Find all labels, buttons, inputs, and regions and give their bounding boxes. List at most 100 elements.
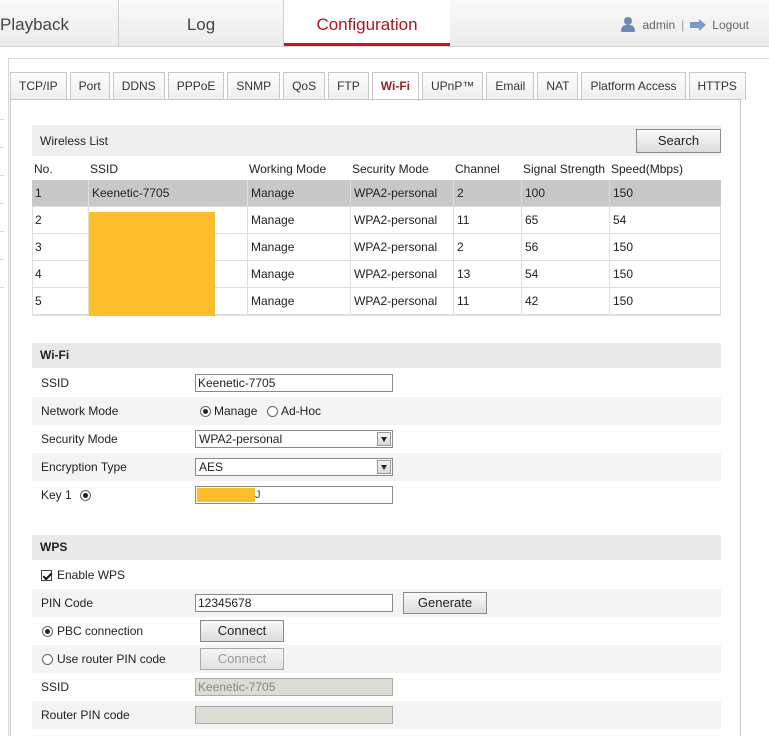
search-button[interactable]: Search <box>636 129 721 153</box>
security-mode-row: Security Mode WPA2-personal <box>32 425 721 453</box>
tab-snmp[interactable]: SNMP <box>227 72 281 100</box>
enable-wps-checkbox[interactable] <box>41 570 52 581</box>
radio-adhoc[interactable] <box>267 406 278 417</box>
tab-upnp[interactable]: UPnP™ <box>421 72 484 100</box>
table-cell-signal: 56 <box>521 234 538 261</box>
router-pin-radio[interactable] <box>42 654 53 665</box>
pbc-radio[interactable] <box>42 626 53 637</box>
table-cell-channel: 2 <box>453 180 464 207</box>
router-pin-row: Use router PIN code Connect <box>32 645 721 673</box>
chevron-down-icon[interactable] <box>377 460 391 474</box>
table-cell-speed: 150 <box>609 261 633 288</box>
col-channel: Channel <box>455 162 500 176</box>
table-cell-speed: 54 <box>609 207 626 234</box>
network-mode-label: Network Mode <box>41 404 119 418</box>
encryption-value: AES <box>199 460 224 474</box>
table-cell-no: 2 <box>35 213 42 227</box>
table-cell-no: 1 <box>35 186 42 200</box>
table-cell-no: 3 <box>35 240 42 254</box>
logout-link[interactable]: Logout <box>712 18 749 32</box>
security-mode-value: WPA2-personal <box>199 432 283 446</box>
connect-router-button[interactable]: Connect <box>200 648 284 670</box>
table-cell-no: 4 <box>35 267 42 281</box>
table-cell-speed: 150 <box>609 180 633 207</box>
table-cell-ssid: Keenetic-7705 <box>88 180 169 207</box>
table-cell-channel: 11 <box>453 288 469 315</box>
tab-pppoe[interactable]: PPPoE <box>167 72 225 100</box>
col-no: No. <box>34 162 53 176</box>
key1-label: Key 1 <box>41 488 72 502</box>
tab-port[interactable]: Port <box>69 72 110 100</box>
key1-row: Key 1 J <box>32 481 721 509</box>
enable-wps-row: Enable WPS <box>32 561 721 589</box>
sidebar-divider <box>0 119 4 120</box>
nav-log[interactable]: Log <box>118 0 284 47</box>
key1-input[interactable]: J <box>195 486 393 504</box>
generate-button[interactable]: Generate <box>403 592 487 614</box>
tab-ddns[interactable]: DDNS <box>112 72 165 100</box>
encryption-select[interactable]: AES <box>195 458 393 476</box>
tab-wifi[interactable]: Wi-Fi <box>371 72 419 101</box>
table-cell-no: 5 <box>35 294 42 308</box>
tab-https[interactable]: HTTPS <box>688 72 746 100</box>
chevron-down-icon[interactable] <box>377 432 391 446</box>
col-ssid: SSID <box>90 162 119 176</box>
tab-platform-access[interactable]: Platform Access <box>581 72 686 100</box>
tab-nat[interactable]: NAT <box>537 72 579 100</box>
table-cell-speed: 150 <box>609 234 633 261</box>
separator: | <box>681 17 685 32</box>
tab-ftp[interactable]: FTP <box>328 72 369 100</box>
pin-code-label: PIN Code <box>41 596 94 610</box>
encryption-row: Encryption Type AES <box>32 453 721 481</box>
sidebar-divider <box>0 287 4 288</box>
sidebar-divider <box>0 203 4 204</box>
tab-email[interactable]: Email <box>486 72 535 100</box>
radio-adhoc-label: Ad-Hoc <box>281 404 322 418</box>
wireless-list-header: Wireless List <box>32 125 721 156</box>
router-pin-code-input[interactable] <box>195 706 393 724</box>
sidebar-divider <box>0 147 4 148</box>
col-speed: Speed(Mbps) <box>611 162 684 176</box>
security-mode-select[interactable]: WPA2-personal <box>195 430 393 448</box>
table-cell-signal: 42 <box>521 288 538 315</box>
nav-playback[interactable]: Playback <box>0 0 118 47</box>
key1-radio[interactable] <box>80 490 91 501</box>
radio-manage[interactable] <box>200 406 211 417</box>
user-icon <box>620 17 636 32</box>
col-security-mode: Security Mode <box>352 162 429 176</box>
router-pin-code-row: Router PIN code <box>32 701 721 729</box>
tab-tcpip[interactable]: TCP/IP <box>10 72 67 100</box>
wps-ssid-input[interactable]: Keenetic-7705 <box>195 678 393 696</box>
pbc-label: PBC connection <box>57 624 144 638</box>
ssid-label: SSID <box>41 376 70 390</box>
enable-wps-label: Enable WPS <box>57 568 126 582</box>
table-cell-security: WPA2-personal <box>350 180 437 207</box>
redaction-block <box>197 488 255 502</box>
wps-ssid-row: SSID Keenetic-7705 <box>32 673 721 701</box>
nav-configuration[interactable]: Configuration <box>284 0 450 46</box>
tab-qos[interactable]: QoS <box>283 72 326 100</box>
network-mode-row: Network Mode Manage Ad-Hoc <box>32 397 721 425</box>
wireless-list-title: Wireless List <box>40 134 109 148</box>
wps-ssid-label: SSID <box>41 680 70 694</box>
table-row[interactable]: 1 Keenetic-7705 Manage WPA2-personal 2 100 150 <box>32 180 721 207</box>
table-cell-mode: Manage <box>247 234 294 261</box>
table-cell-channel: 11 <box>453 207 469 234</box>
radio-manage-label: Manage <box>214 404 258 418</box>
redaction-block <box>89 212 215 316</box>
col-signal: Signal Strength <box>523 162 606 176</box>
col-working-mode: Working Mode <box>249 162 327 176</box>
sidebar-divider <box>0 175 4 176</box>
sidebar <box>0 47 4 736</box>
connect-button[interactable]: Connect <box>200 620 284 642</box>
wps-section-title: WPS <box>32 535 721 560</box>
table-cell-security: WPA2-personal <box>350 234 437 261</box>
logout-icon[interactable] <box>690 18 707 31</box>
pin-code-row: PIN Code 12345678 Generate <box>32 589 721 617</box>
pbc-row: PBC connection Connect <box>32 617 721 645</box>
ssid-input[interactable]: Keenetic-7705 <box>195 374 393 392</box>
table-cell-security: WPA2-personal <box>350 261 437 288</box>
wifi-section-title: Wi-Fi <box>32 343 721 368</box>
encryption-label: Encryption Type <box>41 460 127 474</box>
pin-code-input[interactable]: 12345678 <box>195 594 393 612</box>
